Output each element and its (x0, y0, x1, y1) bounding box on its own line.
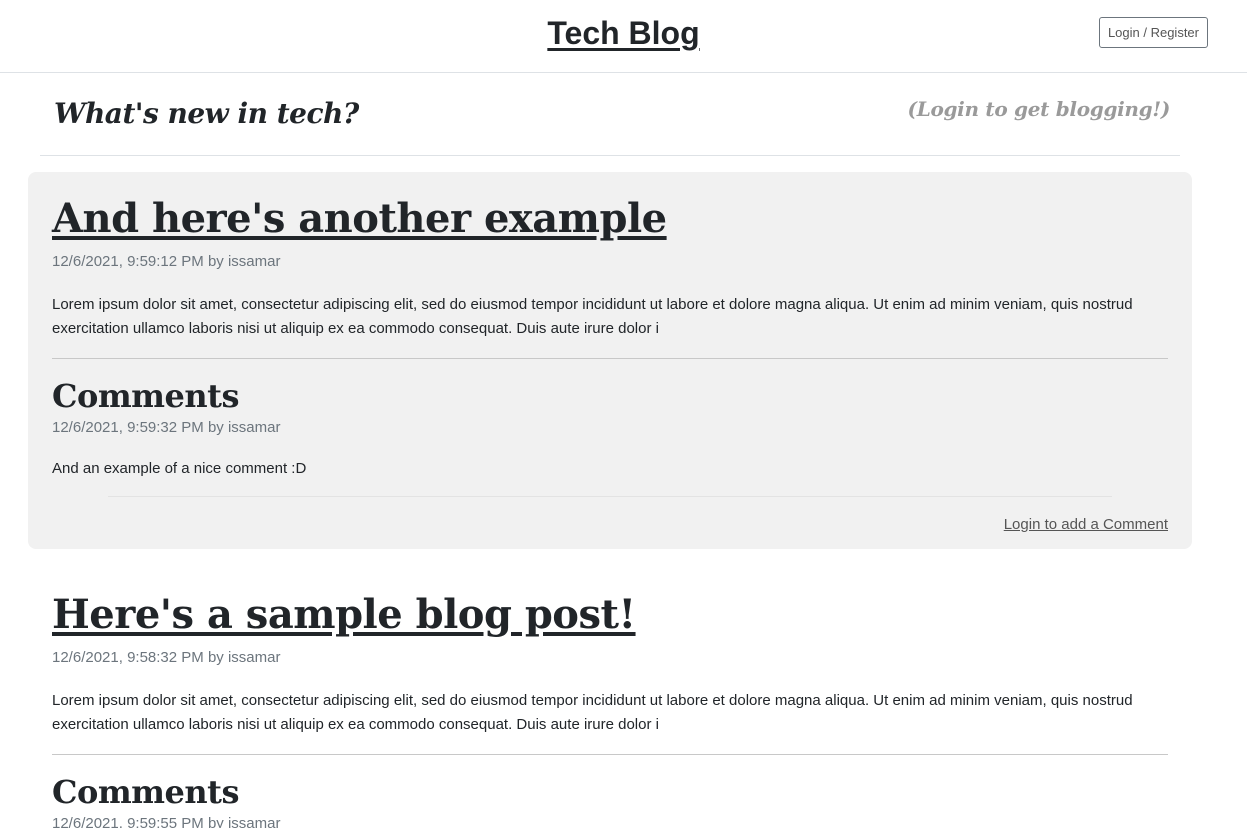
post-body: Lorem ipsum dolor sit amet, consectetur … (52, 296, 1133, 337)
post-divider (52, 754, 1168, 755)
add-comment-row: Login to add a Comment (52, 516, 1168, 533)
site-title-link[interactable]: Tech Blog (547, 15, 699, 52)
login-hint: (Login to get blogging!) (907, 97, 1171, 121)
comment-meta: 12/6/2021, 9:59:32 PM by issamar (52, 419, 281, 436)
login-to-comment-link[interactable]: Login to add a Comment (1004, 516, 1168, 533)
post-card: Here's a sample blog post! 12/6/2021, 9:… (28, 568, 1192, 828)
post-body: Lorem ipsum dolor sit amet, consectetur … (52, 692, 1133, 733)
post-title-link[interactable]: And here's another example (52, 196, 667, 242)
post-card: And here's another example 12/6/2021, 9:… (28, 172, 1192, 549)
page-tagline: What's new in tech? (54, 97, 359, 130)
login-register-button[interactable]: Login / Register (1098, 17, 1208, 48)
post-meta: 12/6/2021, 9:59:12 PM by issamar (52, 253, 281, 270)
comments-heading: Comments (52, 773, 239, 811)
site-header: Tech Blog Login / Register (0, 0, 1247, 73)
comments-heading: Comments (52, 377, 239, 415)
subheader: What's new in tech? (Login to get bloggi… (40, 73, 1180, 156)
comment-divider (108, 496, 1112, 497)
comment-meta: 12/6/2021, 9:59:55 PM by issamar (52, 815, 281, 828)
post-title-link[interactable]: Here's a sample blog post! (52, 592, 636, 638)
post-meta: 12/6/2021, 9:58:32 PM by issamar (52, 649, 281, 666)
comment-text: And an example of a nice comment :D (52, 460, 307, 477)
post-divider (52, 358, 1168, 359)
